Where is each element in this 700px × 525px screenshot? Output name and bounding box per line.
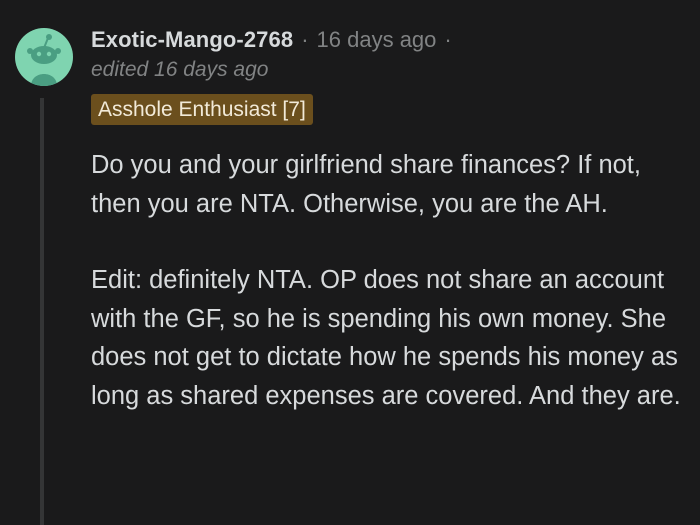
comment-meta: Exotic-Mango-2768 · 16 days ago ·	[91, 24, 460, 56]
comment: Exotic-Mango-2768 · 16 days ago · edited…	[0, 0, 700, 525]
thread-collapse-line[interactable]	[40, 98, 44, 525]
user-flair: Asshole Enthusiast [7]	[91, 94, 313, 125]
snoo-avatar-icon[interactable]	[15, 28, 73, 86]
comment-timestamp[interactable]: 16 days ago	[317, 27, 437, 53]
comment-paragraph: Edit: definitely NTA. OP does not share …	[91, 266, 681, 410]
meta-separator-trailing: ·	[444, 27, 452, 52]
comment-body: Do you and your girlfriend share finance…	[91, 146, 691, 415]
edited-label: edited 16 days ago	[91, 58, 269, 81]
author-username[interactable]: Exotic-Mango-2768	[91, 27, 293, 53]
meta-separator: ·	[301, 27, 309, 52]
comment-paragraph: Do you and your girlfriend share finance…	[91, 151, 641, 218]
